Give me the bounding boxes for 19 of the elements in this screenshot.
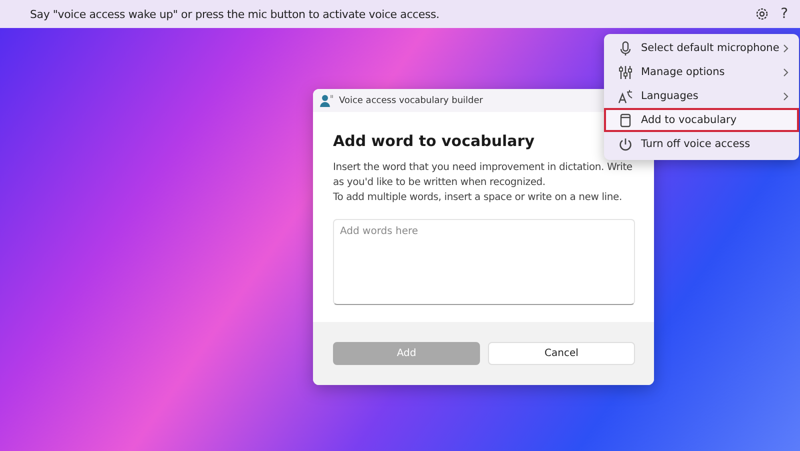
dialog-heading: Add word to vocabulary — [333, 132, 534, 150]
help-button[interactable]: ? — [778, 4, 790, 24]
person-icon — [319, 94, 333, 107]
menu-item[interactable]: Languages — [604, 84, 799, 108]
description-text: To add multiple words, insert a space or write on a new line. — [333, 191, 623, 205]
menu-item[interactable]: Turn off voice access — [604, 132, 799, 156]
menu-item[interactable]: Select default microphone — [604, 36, 799, 60]
book-icon — [618, 112, 633, 128]
cancel-button[interactable]: Cancel — [488, 342, 635, 365]
menu-item[interactable]: Manage options — [604, 60, 799, 84]
language-icon — [618, 88, 633, 104]
description-text: Insert the word that you need improvement in dictation. Write as you'd like to be written when recognized. — [333, 161, 634, 190]
menu-item[interactable]: Add to vocabulary — [604, 108, 799, 132]
microphone-icon — [618, 40, 633, 56]
power-icon — [618, 136, 633, 152]
sliders-icon — [618, 64, 633, 80]
instruction-text: Say "voice access wake up" or press the mic button to activate voice access. — [30, 8, 440, 20]
words-input-field[interactable]: Add words here — [333, 219, 635, 305]
window-title: Voice access vocabulary builder — [339, 96, 483, 106]
